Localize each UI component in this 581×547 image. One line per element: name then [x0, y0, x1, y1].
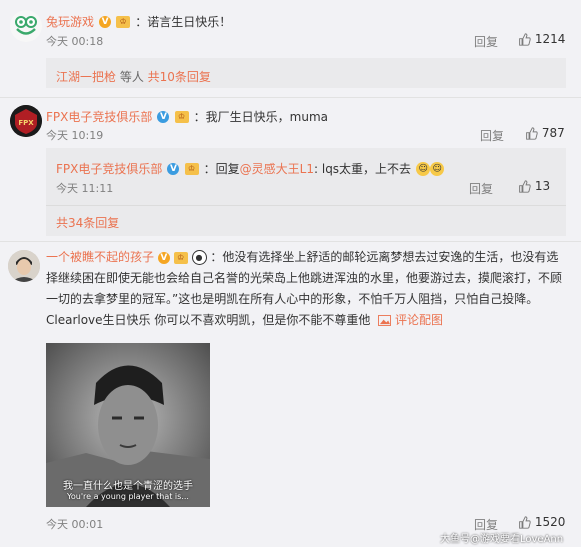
person-avatar-icon [8, 250, 40, 282]
reply-thread-summary[interactable]: 江湖一把枪 等人 共10条回复 [46, 58, 566, 88]
watermark: 大鱼号@游戏要看LoveAnn [440, 534, 564, 545]
sub-reply-time: 今天 11:11 [56, 182, 114, 195]
grin-emoji-icon: ☺ [430, 161, 445, 176]
fpx-logo-icon: FPX [10, 105, 42, 137]
panda-icon: ● [191, 250, 207, 265]
like-count: 787 [541, 126, 565, 140]
username[interactable]: 兔玩游戏 [46, 15, 94, 29]
like-count: 1214 [534, 32, 566, 46]
divider [0, 97, 581, 98]
like-button[interactable]: 1214 [518, 32, 565, 46]
photo-caption-en: You're a young player that is... [67, 492, 189, 501]
divider [0, 241, 581, 242]
more-replies-link[interactable]: 共34条回复 [56, 214, 119, 231]
comment-text-line: 一切的去拿梦里的冠军。”这也是明凯在所有人心中的形象，不怕千万人阻挡，只怕自己投… [46, 292, 539, 306]
sub-reply-button[interactable]: 回复 [469, 180, 493, 197]
comment-text: ：诺言生日快乐！ [135, 15, 232, 29]
comment-3-body: 一个被瞧不起的孩子 V ♔ ● ：他没有选择坐上舒适的邮轮远离梦想去过安逸的生活… [46, 247, 562, 331]
avatar-user3[interactable] [8, 250, 40, 282]
comment-3-line-4: Clearlove生日快乐 你可以不喜欢明凯，但是你不能不尊重他 评论配图 [46, 310, 562, 331]
comment-time: 今天 00:18 [46, 35, 104, 48]
verified-badge-icon: V [99, 15, 112, 28]
svg-text:FPX: FPX [18, 119, 34, 127]
comment-2-header: FPX电子竞技俱乐部 V ♔ ：我厂生日快乐，muma [46, 106, 328, 125]
comment-time: 今天 00:01 [46, 518, 104, 531]
photo-caption-cn: 我一直什么也是个青涩的选手 [63, 481, 193, 492]
sub-reply-prefix: ：回复 [203, 162, 240, 176]
attached-photo[interactable]: 我一直什么也是个青涩的选手 You're a young player that… [46, 343, 210, 507]
member-medal-icon: ♔ [173, 251, 188, 264]
like-button[interactable]: 1520 [518, 515, 565, 529]
divider [46, 205, 566, 206]
comment-text-line: Clearlove生日快乐 你可以不喜欢明凯，但是你不能不尊重他 [46, 313, 371, 327]
mention-link[interactable]: @灵感大王L1 [240, 162, 314, 176]
verified-badge-icon: V [157, 110, 170, 123]
sub-reply-box: FPX电子竞技俱乐部 V ♔ ：回复@灵感大王L1: lqs太重，上不去 ☺ ☺ … [46, 148, 566, 236]
thread-count-link[interactable]: 共10条回复 [148, 70, 211, 84]
thumbs-up-icon [526, 127, 538, 140]
like-count: 1520 [534, 515, 566, 529]
reply-button[interactable]: 回复 [474, 33, 498, 50]
picture-icon [378, 315, 392, 326]
reply-button[interactable]: 回复 [480, 127, 504, 144]
thumbs-up-icon [519, 516, 531, 529]
sub-like-button[interactable]: 13 [518, 179, 550, 193]
thumbs-up-icon [519, 180, 531, 193]
member-medal-icon: ♔ [116, 15, 131, 28]
thumbs-up-icon [519, 33, 531, 46]
comment-text-line: ：他没有选择坐上舒适的邮轮远离梦想去过安逸的生活，也没有选 [210, 250, 559, 264]
username[interactable]: 一个被瞧不起的孩子 [46, 250, 154, 264]
comment-text: ：我厂生日快乐，muma [193, 110, 328, 124]
frog-logo-icon [10, 10, 42, 42]
comment-1-header: 兔玩游戏 V ♔ ：诺言生日快乐！ [46, 11, 231, 30]
avatar-tuwan[interactable] [10, 10, 42, 42]
view-picture-link[interactable]: 评论配图 [378, 313, 443, 327]
avatar-fpx[interactable]: FPX [10, 105, 42, 137]
member-medal-icon: ♔ [174, 110, 189, 123]
thread-user[interactable]: 江湖一把枪 [56, 70, 116, 84]
grin-emoji-icon: ☺ [416, 161, 431, 176]
username[interactable]: FPX电子竞技俱乐部 [46, 110, 152, 124]
sub-reply-suffix: : lqs太重，上不去 [314, 162, 412, 176]
sub-reply-header: FPX电子竞技俱乐部 V ♔ ：回复@灵感大王L1: lqs太重，上不去 ☺ ☺ [56, 158, 445, 177]
comment-time: 今天 10:19 [46, 129, 104, 142]
member-medal-icon: ♔ [184, 162, 199, 175]
comment-text-line: 择继续困在即使无能也会给自己名誉的光荣岛上他跳进浑浊的水里，他要游过去，摸爬滚打… [46, 271, 563, 285]
thread-mid: 等人 [116, 70, 148, 84]
like-button[interactable]: 787 [525, 126, 565, 140]
verified-badge-icon: V [157, 251, 170, 264]
verified-badge-icon: V [167, 162, 180, 175]
sub-username[interactable]: FPX电子竞技俱乐部 [56, 162, 162, 176]
comment-3-line-1: 一个被瞧不起的孩子 V ♔ ● ：他没有选择坐上舒适的邮轮远离梦想去过安逸的生活… [46, 247, 562, 268]
like-count: 13 [534, 179, 551, 193]
